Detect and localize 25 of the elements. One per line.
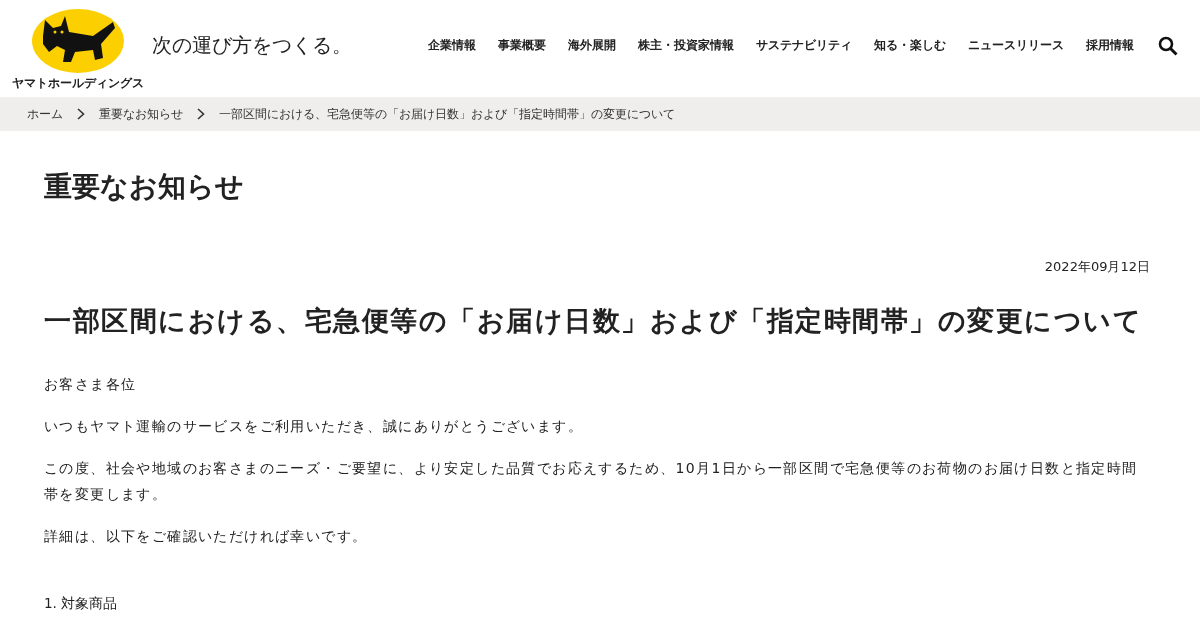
tagline: 次の運び方をつくる。	[152, 32, 352, 59]
section-title: 重要なお知らせ	[44, 169, 245, 205]
list-heading: 1. 対象商品	[44, 594, 119, 613]
chevron-icon	[197, 108, 205, 120]
nav-link[interactable]: サステナビリティ	[756, 37, 852, 54]
nav-link[interactable]: 企業情報	[428, 37, 476, 54]
nav-link[interactable]: 事業概要	[498, 37, 546, 54]
paragraph: お客さま各位	[44, 375, 138, 394]
chevron-icon	[77, 108, 85, 120]
nav-link[interactable]: ニュースリリース	[968, 37, 1064, 54]
search-icon[interactable]	[1158, 35, 1178, 56]
logo-icon	[31, 7, 125, 74]
logo-caption: ヤマトホールディングス	[12, 74, 144, 92]
breadcrumb-link[interactable]: ホーム	[27, 105, 63, 123]
nav-link[interactable]: 海外展開	[568, 37, 616, 54]
article-title: 一部区間における、宅急便等の「お届け日数」および「指定時間帯」の変更について	[44, 304, 1143, 338]
paragraph: いつもヤマト運輸のサービスをご利用いただき、誠にありがとうございます。	[44, 417, 584, 436]
nav-link[interactable]: 株主・投資家情報	[638, 37, 734, 54]
nav-link[interactable]: 採用情報	[1086, 37, 1134, 54]
breadcrumb-link[interactable]: 重要なお知らせ	[99, 105, 183, 123]
paragraph: 詳細は、以下をご確認いただければ幸いです。	[44, 527, 369, 546]
nav-link[interactable]: 知る・楽しむ	[874, 37, 946, 54]
date: 2022年09月12日	[1043, 258, 1150, 276]
breadcrumb-current: 一部区間における、宅急便等の「お届け日数」および「指定時間帯」の変更について	[219, 105, 675, 123]
paragraph: この度、社会や地域のお客さまのニーズ・ご要望に、より安定した品質でお応えするため、10月1日から一部区間で宅急便等のお荷物のお届け日数と指定時間帯を変更します。	[44, 459, 1139, 504]
